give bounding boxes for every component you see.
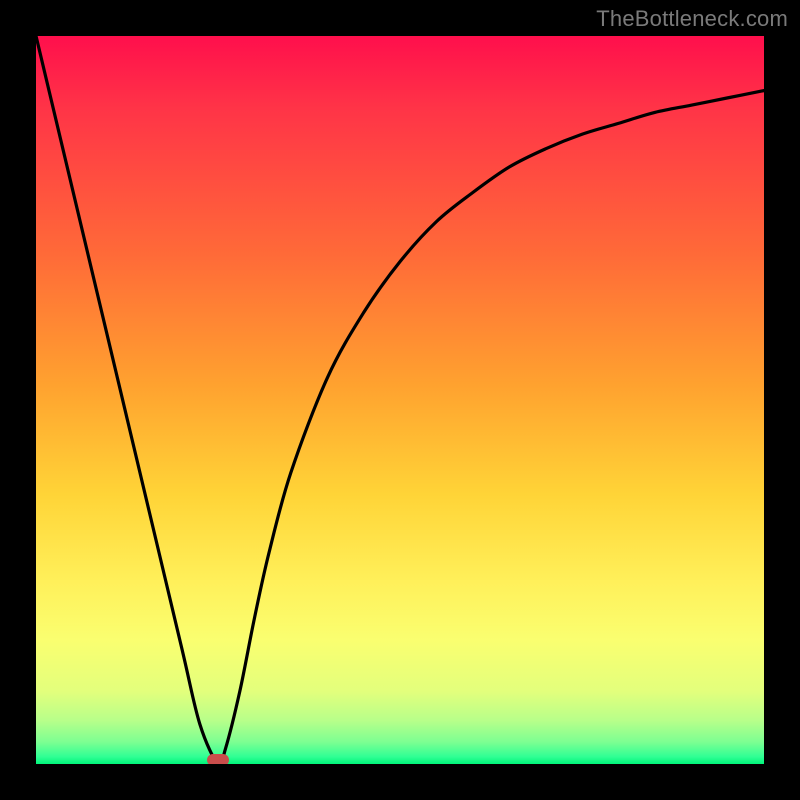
- chart-frame: TheBottleneck.com: [0, 0, 800, 800]
- bottleneck-curve: [36, 36, 764, 764]
- watermark-text: TheBottleneck.com: [596, 6, 788, 32]
- optimal-point-marker: [207, 754, 229, 764]
- curve-line: [36, 36, 764, 764]
- plot-area: [36, 36, 764, 764]
